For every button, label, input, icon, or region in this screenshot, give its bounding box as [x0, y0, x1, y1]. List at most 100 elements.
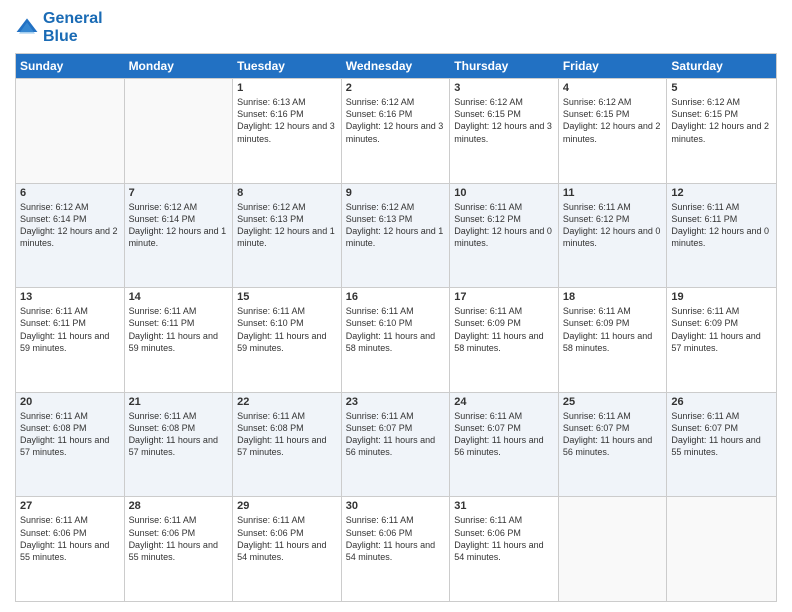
cell-date: 12 [671, 187, 772, 199]
cell-date: 18 [563, 291, 663, 303]
cell-date: 9 [346, 187, 446, 199]
cell-date: 10 [454, 187, 554, 199]
cell-date: 30 [346, 500, 446, 512]
calendar-week-2: 6 Sunrise: 6:12 AMSunset: 6:14 PMDaylight… [16, 183, 776, 288]
cell-info: Sunrise: 6:12 AMSunset: 6:14 PMDaylight:… [129, 201, 229, 250]
logo: General Blue [15, 10, 103, 45]
calendar-cell-18: 18 Sunrise: 6:11 AMSunset: 6:09 PMDayligh… [559, 288, 668, 392]
calendar-cell-14: 14 Sunrise: 6:11 AMSunset: 6:11 PMDayligh… [125, 288, 234, 392]
calendar-cell-empty [559, 497, 668, 601]
cell-date: 26 [671, 396, 772, 408]
cell-date: 15 [237, 291, 337, 303]
calendar-cell-26: 26 Sunrise: 6:11 AMSunset: 6:07 PMDayligh… [667, 393, 776, 497]
cell-date: 28 [129, 500, 229, 512]
cell-date: 24 [454, 396, 554, 408]
cell-info: Sunrise: 6:11 AMSunset: 6:06 PMDaylight:… [237, 514, 337, 563]
cell-date: 16 [346, 291, 446, 303]
day-header-friday: Friday [559, 54, 668, 78]
day-header-thursday: Thursday [450, 54, 559, 78]
logo-icon [15, 16, 39, 40]
cell-info: Sunrise: 6:12 AMSunset: 6:14 PMDaylight:… [20, 201, 120, 250]
calendar-cell-4: 4Sunrise: 6:12 AMSunset: 6:15 PMDaylight… [559, 79, 668, 183]
cell-info: Sunrise: 6:12 AMSunset: 6:13 PMDaylight:… [346, 201, 446, 250]
calendar-cell-29: 29 Sunrise: 6:11 AMSunset: 6:06 PMDayligh… [233, 497, 342, 601]
cell-info: Sunrise: 6:11 AMSunset: 6:12 PMDaylight:… [454, 201, 554, 250]
cell-date: 17 [454, 291, 554, 303]
calendar-cell-5: 5 Sunrise: 6:12 AMSunset: 6:15 PMDaylight… [667, 79, 776, 183]
cell-date: 21 [129, 396, 229, 408]
day-header-saturday: Saturday [667, 54, 776, 78]
calendar-cell-17: 17 Sunrise: 6:11 AMSunset: 6:09 PMDayligh… [450, 288, 559, 392]
calendar: SundayMondayTuesdayWednesdayThursdayFrid… [15, 53, 777, 602]
calendar-cell-22: 22 Sunrise: 6:11 AMSunset: 6:08 PMDayligh… [233, 393, 342, 497]
calendar-week-5: 27Sunrise: 6:11 AMSunset: 6:06 PMDayligh… [16, 496, 776, 601]
calendar-cell-21: 21 Sunrise: 6:11 AMSunset: 6:08 PMDayligh… [125, 393, 234, 497]
cell-info: Sunrise: 6:11 AMSunset: 6:06 PMDaylight:… [454, 514, 554, 563]
cell-info: Sunrise: 6:11 AMSunset: 6:06 PMDaylight:… [20, 514, 120, 563]
cell-info: Sunrise: 6:11 AMSunset: 6:07 PMDaylight:… [671, 410, 772, 459]
calendar-cell-27: 27Sunrise: 6:11 AMSunset: 6:06 PMDayligh… [16, 497, 125, 601]
cell-info: Sunrise: 6:11 AMSunset: 6:10 PMDaylight:… [346, 305, 446, 354]
cell-date: 14 [129, 291, 229, 303]
calendar-cell-28: 28Sunrise: 6:11 AMSunset: 6:06 PMDayligh… [125, 497, 234, 601]
cell-info: Sunrise: 6:11 AMSunset: 6:08 PMDaylight:… [237, 410, 337, 459]
calendar-week-3: 13 Sunrise: 6:11 AMSunset: 6:11 PMDayligh… [16, 287, 776, 392]
cell-info: Sunrise: 6:11 AMSunset: 6:09 PMDaylight:… [454, 305, 554, 354]
cell-info: Sunrise: 6:11 AMSunset: 6:11 PMDaylight:… [671, 201, 772, 250]
cell-date: 7 [129, 187, 229, 199]
calendar-cell-7: 7 Sunrise: 6:12 AMSunset: 6:14 PMDaylight… [125, 184, 234, 288]
cell-info: Sunrise: 6:11 AMSunset: 6:09 PMDaylight:… [563, 305, 663, 354]
cell-info: Sunrise: 6:11 AMSunset: 6:08 PMDaylight:… [129, 410, 229, 459]
day-header-sunday: Sunday [16, 54, 125, 78]
cell-info: Sunrise: 6:11 AMSunset: 6:07 PMDaylight:… [346, 410, 446, 459]
calendar-cell-3: 3Sunrise: 6:12 AMSunset: 6:15 PMDaylight… [450, 79, 559, 183]
cell-date: 3 [454, 82, 554, 94]
calendar-cell-empty [125, 79, 234, 183]
day-header-monday: Monday [125, 54, 234, 78]
cell-info: Sunrise: 6:11 AMSunset: 6:10 PMDaylight:… [237, 305, 337, 354]
calendar-cell-30: 30 Sunrise: 6:11 AMSunset: 6:06 PMDayligh… [342, 497, 451, 601]
cell-date: 1 [237, 82, 337, 94]
cell-info: Sunrise: 6:11 AMSunset: 6:11 PMDaylight:… [129, 305, 229, 354]
cell-date: 29 [237, 500, 337, 512]
cell-info: Sunrise: 6:11 AMSunset: 6:09 PMDaylight:… [671, 305, 772, 354]
calendar-cell-24: 24Sunrise: 6:11 AMSunset: 6:07 PMDayligh… [450, 393, 559, 497]
cell-info: Sunrise: 6:11 AMSunset: 6:06 PMDaylight:… [346, 514, 446, 563]
calendar-cell-2: 2 Sunrise: 6:12 AMSunset: 6:16 PMDaylight… [342, 79, 451, 183]
calendar-week-1: 1Sunrise: 6:13 AMSunset: 6:16 PMDaylight… [16, 78, 776, 183]
calendar-cell-8: 8Sunrise: 6:12 AMSunset: 6:13 PMDaylight… [233, 184, 342, 288]
calendar-cell-empty [16, 79, 125, 183]
calendar-cell-9: 9 Sunrise: 6:12 AMSunset: 6:13 PMDaylight… [342, 184, 451, 288]
cell-date: 2 [346, 82, 446, 94]
calendar-cell-19: 19Sunrise: 6:11 AMSunset: 6:09 PMDayligh… [667, 288, 776, 392]
cell-info: Sunrise: 6:12 AMSunset: 6:16 PMDaylight:… [346, 96, 446, 145]
cell-info: Sunrise: 6:11 AMSunset: 6:11 PMDaylight:… [20, 305, 120, 354]
cell-date: 13 [20, 291, 120, 303]
calendar-cell-23: 23 Sunrise: 6:11 AMSunset: 6:07 PMDayligh… [342, 393, 451, 497]
calendar-cell-20: 20Sunrise: 6:11 AMSunset: 6:08 PMDayligh… [16, 393, 125, 497]
cell-info: Sunrise: 6:12 AMSunset: 6:15 PMDaylight:… [671, 96, 772, 145]
cell-info: Sunrise: 6:11 AMSunset: 6:08 PMDaylight:… [20, 410, 120, 459]
calendar-body: 1Sunrise: 6:13 AMSunset: 6:16 PMDaylight… [16, 78, 776, 601]
cell-date: 8 [237, 187, 337, 199]
cell-info: Sunrise: 6:12 AMSunset: 6:15 PMDaylight:… [563, 96, 663, 145]
page: General Blue SundayMondayTuesdayWednesda… [0, 0, 792, 612]
cell-date: 23 [346, 396, 446, 408]
calendar-cell-15: 15 Sunrise: 6:11 AMSunset: 6:10 PMDayligh… [233, 288, 342, 392]
calendar-cell-31: 31 Sunrise: 6:11 AMSunset: 6:06 PMDayligh… [450, 497, 559, 601]
day-header-tuesday: Tuesday [233, 54, 342, 78]
cell-date: 22 [237, 396, 337, 408]
calendar-cell-16: 16 Sunrise: 6:11 AMSunset: 6:10 PMDayligh… [342, 288, 451, 392]
cell-date: 6 [20, 187, 120, 199]
cell-date: 5 [671, 82, 772, 94]
calendar-cell-12: 12 Sunrise: 6:11 AMSunset: 6:11 PMDayligh… [667, 184, 776, 288]
calendar-cell-6: 6 Sunrise: 6:12 AMSunset: 6:14 PMDaylight… [16, 184, 125, 288]
cell-date: 31 [454, 500, 554, 512]
cell-date: 25 [563, 396, 663, 408]
calendar-cell-empty [667, 497, 776, 601]
calendar-cell-1: 1Sunrise: 6:13 AMSunset: 6:16 PMDaylight… [233, 79, 342, 183]
calendar-cell-25: 25 Sunrise: 6:11 AMSunset: 6:07 PMDayligh… [559, 393, 668, 497]
calendar-header: SundayMondayTuesdayWednesdayThursdayFrid… [16, 54, 776, 78]
calendar-cell-10: 10 Sunrise: 6:11 AMSunset: 6:12 PMDayligh… [450, 184, 559, 288]
cell-info: Sunrise: 6:11 AMSunset: 6:07 PMDaylight:… [563, 410, 663, 459]
